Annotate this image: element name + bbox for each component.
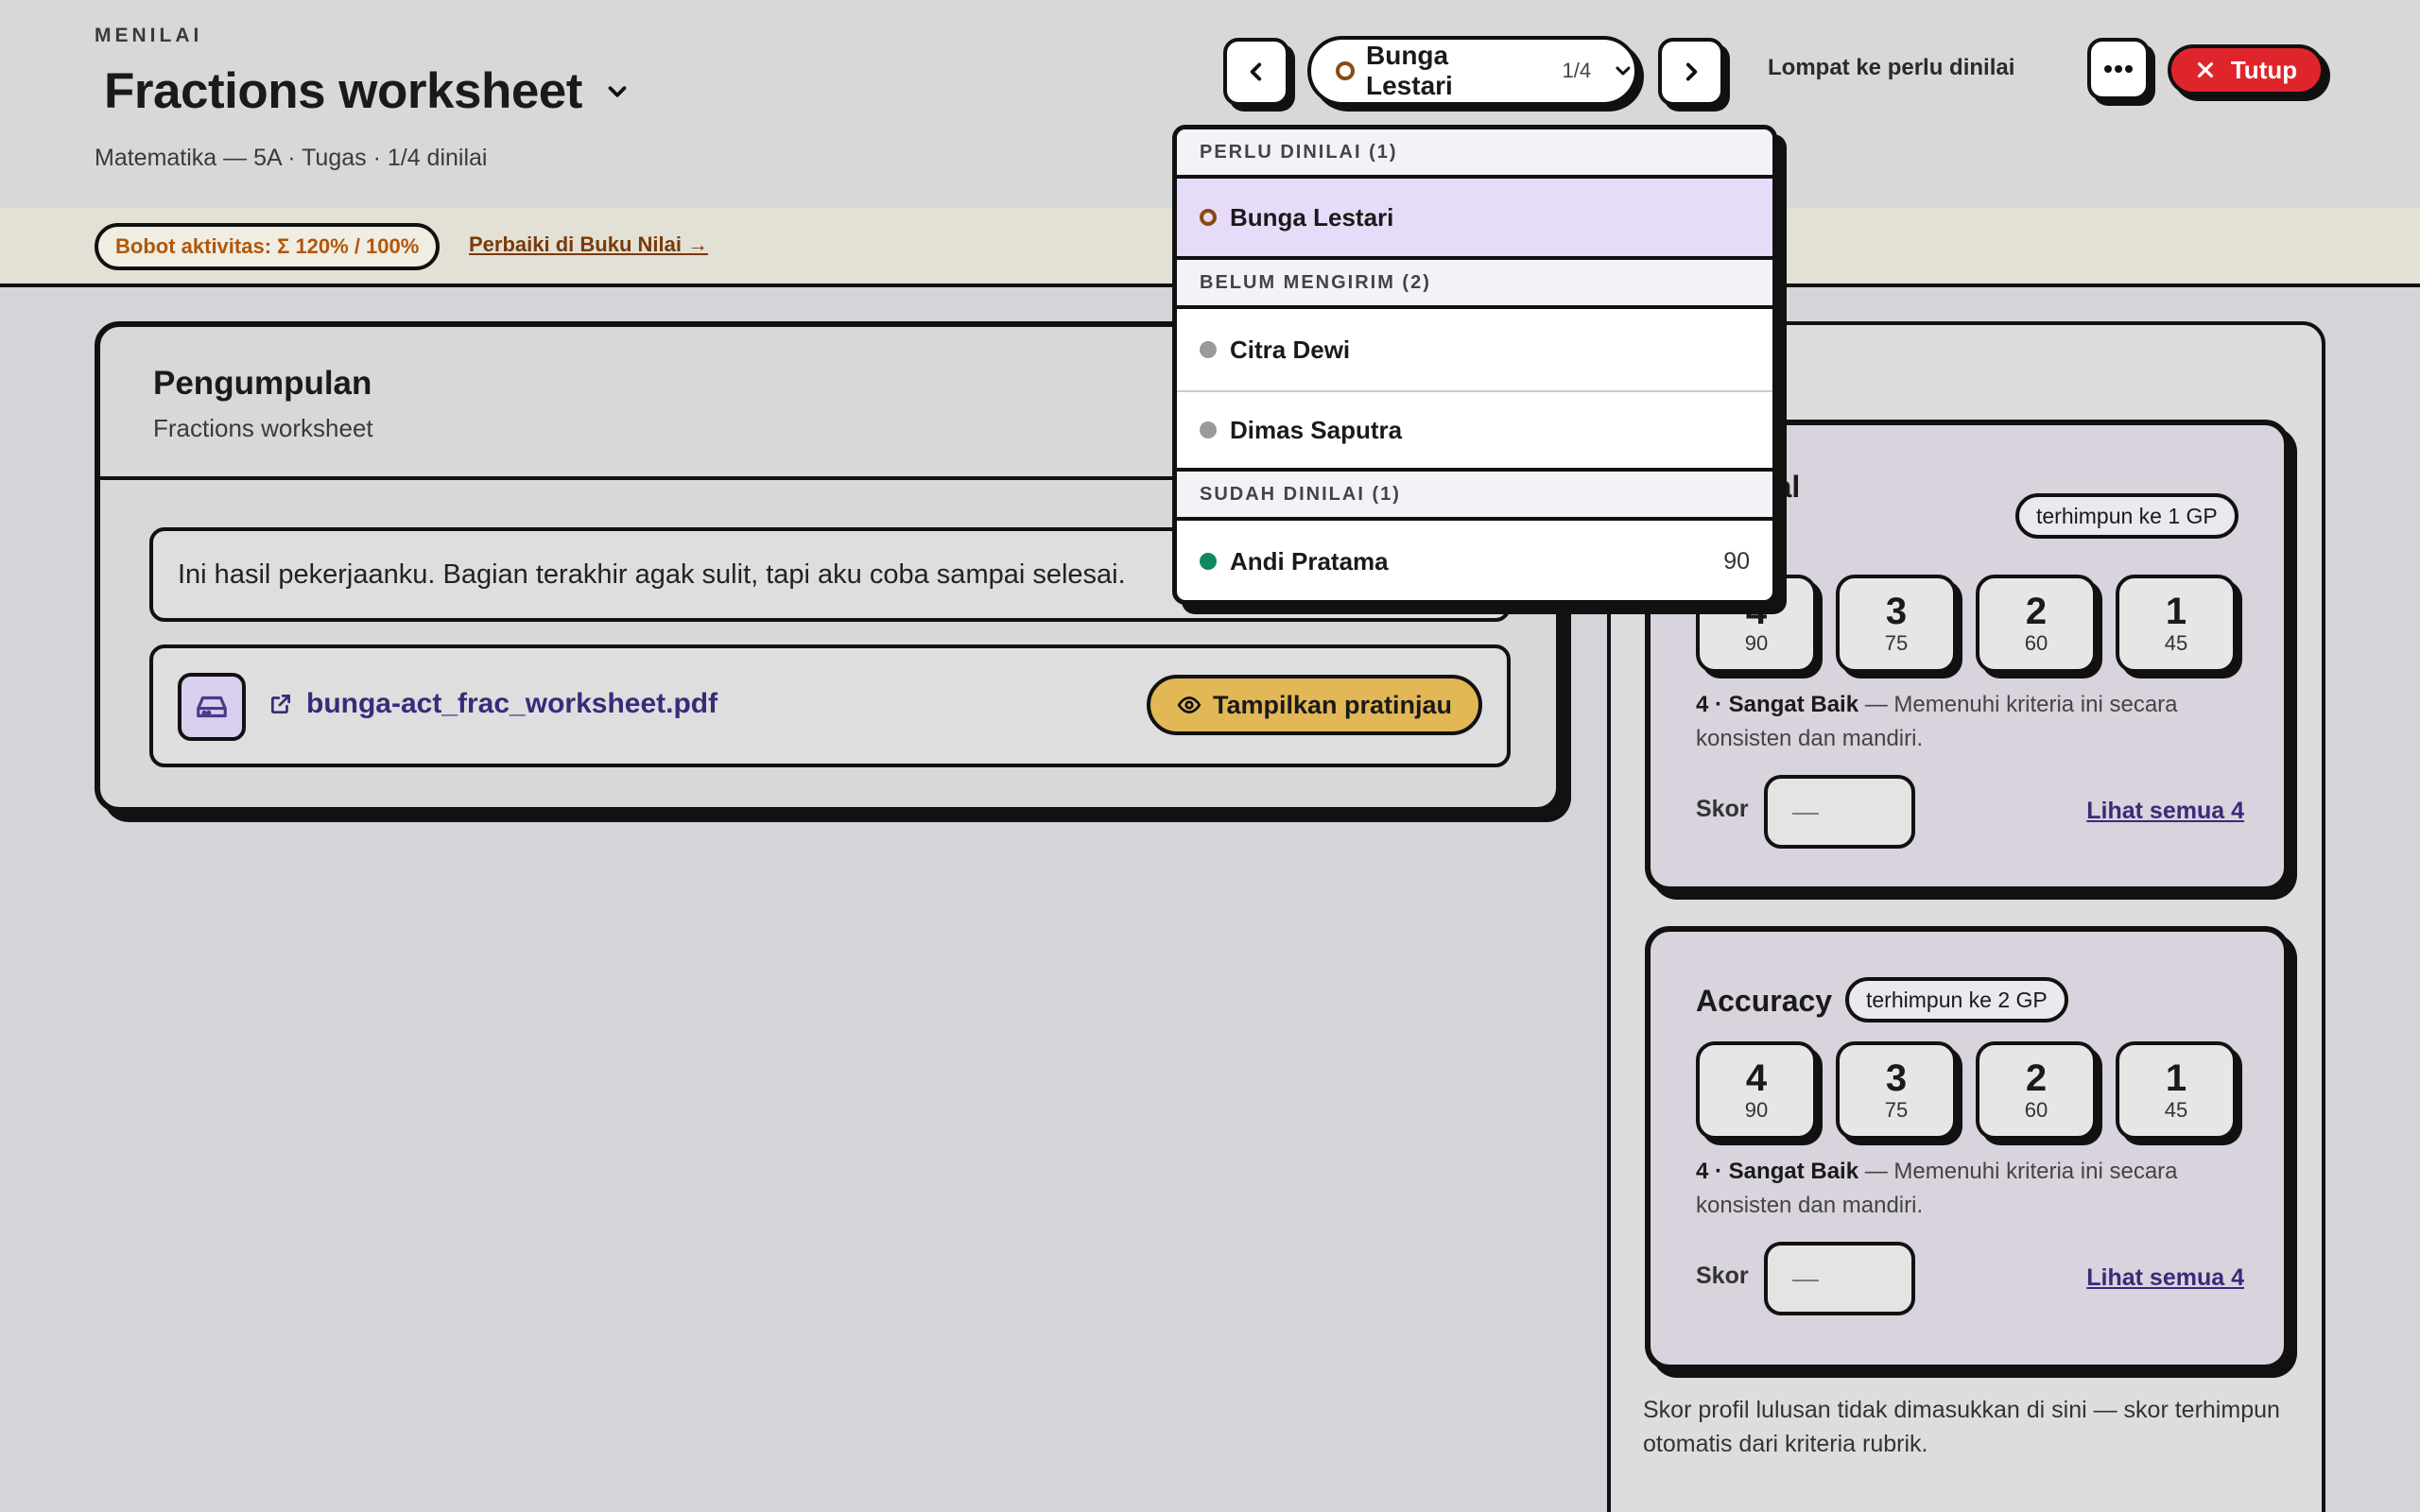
graded-status-icon [1200,553,1217,570]
level-points: 90 [1744,1098,1769,1122]
inbox-icon [178,673,246,741]
level-number: 3 [1885,591,1908,632]
submission-title: Pengumpulan [153,365,372,402]
dropdown-section-header: PERLU DINILAI (1) [1177,129,1772,179]
level-points: 75 [1884,631,1909,655]
level-points: 75 [1884,1098,1909,1122]
rubric-criterion: Accuracy terhimpun ke 2 GP 4 90 3 75 2 6… [1645,926,2290,1370]
level-description: 4 · Sangat Baik — Memenuhi kriteria ini … [1696,688,2263,756]
more-options-button[interactable] [2087,38,2150,100]
close-button-label: Tutup [2230,55,2298,84]
page-subtitle: Matematika — 5A · Tugas · 1/4 dinilai [95,145,488,171]
attachment-link[interactable]: bunga-act_frac_worksheet.pdf [268,688,717,720]
dropdown-student-item[interactable]: Dimas Saputra [1177,392,1772,472]
score-input[interactable]: — [1764,775,1915,849]
dropdown-student-item[interactable]: Bunga Lestari [1177,179,1772,260]
student-name: Andi Pratama [1230,546,1389,576]
score-label: Skor [1696,796,1749,822]
chevron-down-icon [1616,66,1631,76]
jump-to-needs-grading-link[interactable]: Lompat ke perlu dinilai [1768,55,2014,81]
not-submitted-status-icon [1200,421,1217,438]
show-preview-button[interactable]: Tampilkan pratinjau [1146,675,1482,735]
level-number: 2 [2025,1057,2048,1099]
attachment-filename: bunga-act_frac_worksheet.pdf [306,688,718,719]
student-name: Dimas Saputra [1230,415,1403,444]
level-description: 4 · Sangat Baik — Memenuhi kriteria ini … [1696,1155,2263,1223]
see-all-levels-link[interactable]: Lihat semua 4 [2086,798,2244,825]
level-description-title: 4 · Sangat Baik [1696,692,1859,717]
attachment-row: bunga-act_frac_worksheet.pdf Tampilkan p… [149,644,1511,767]
level-number: 2 [2025,591,2048,632]
activity-weight-badge: Bobot aktivitas: Σ 120% / 100% [95,223,441,270]
level-2-button[interactable]: 2 60 [1976,575,2097,673]
student-selector-count: 1/4 [1562,59,1592,82]
level-1-button[interactable]: 1 45 [2116,575,2237,673]
level-4-button[interactable]: 4 90 [1696,1041,1817,1140]
not-submitted-status-icon [1200,341,1217,358]
external-link-icon [270,694,291,714]
page-title: Fractions worksheet [104,63,582,119]
score-input[interactable]: — [1764,1242,1915,1315]
dropdown-section-header: SUDAH DINILAI (1) [1177,472,1772,521]
show-preview-label: Tampilkan pratinjau [1212,690,1452,719]
level-number: 4 [1745,1057,1768,1099]
dropdown-student-item[interactable]: Andi Pratama 90 [1177,521,1772,600]
fix-in-gradebook-link[interactable]: Perbaiki di Buku Nilai → [469,232,708,257]
chevron-down-icon [608,85,627,97]
next-student-button[interactable] [1658,38,1724,106]
eyebrow-label: MENILAI [95,25,203,46]
student-selector[interactable]: Bunga Lestari 1/4 [1307,36,1638,106]
level-points: 45 [2164,631,2188,655]
needs-grading-status-icon [1200,209,1217,226]
level-number: 3 [1885,1057,1908,1099]
aggregate-badge: terhimpun ke 2 GP [1845,977,2068,1022]
level-number: 1 [2165,591,2187,632]
level-2-button[interactable]: 2 60 [1976,1041,2097,1140]
prev-student-button[interactable] [1223,38,1289,106]
see-all-levels-link[interactable]: Lihat semua 4 [2086,1264,2244,1292]
student-selector-name: Bunga Lestari [1366,41,1453,100]
title-dropdown[interactable]: Fractions worksheet [104,62,631,120]
level-points: 60 [2024,1098,2048,1122]
student-dropdown-menu: PERLU DINILAI (1) Bunga Lestari BELUM ME… [1172,125,1777,605]
level-points: 45 [2164,1098,2188,1122]
level-3-button[interactable]: 3 75 [1836,1041,1957,1140]
needs-grading-status-icon [1336,61,1355,80]
submission-subtitle: Fractions worksheet [153,414,373,442]
dropdown-section-header: BELUM MENGIRIM (2) [1177,260,1772,309]
level-1-button[interactable]: 1 45 [2116,1041,2237,1140]
close-button[interactable]: Tutup [2168,44,2325,95]
score-label: Skor [1696,1263,1749,1289]
level-description-title: 4 · Sangat Baik [1696,1159,1859,1184]
level-number: 1 [2165,1057,2187,1099]
chevron-left-icon [1250,62,1262,81]
dropdown-student-item[interactable]: Citra Dewi [1177,309,1772,390]
student-score: 90 [1723,547,1750,575]
chevron-right-icon [1685,62,1698,81]
close-icon [2197,61,2213,78]
rubric-note: Skor profil lulusan tidak dimasukkan di … [1643,1397,2280,1457]
more-icon [2104,65,2133,73]
student-name: Bunga Lestari [1230,202,1394,232]
eye-icon [1177,696,1201,713]
criterion-name: Accuracy [1696,984,1833,1018]
level-points: 60 [2024,631,2048,655]
aggregate-badge: terhimpun ke 1 GP [2015,493,2238,539]
student-name: Citra Dewi [1230,335,1351,364]
level-3-button[interactable]: 3 75 [1836,575,1957,673]
level-points: 90 [1744,631,1769,655]
